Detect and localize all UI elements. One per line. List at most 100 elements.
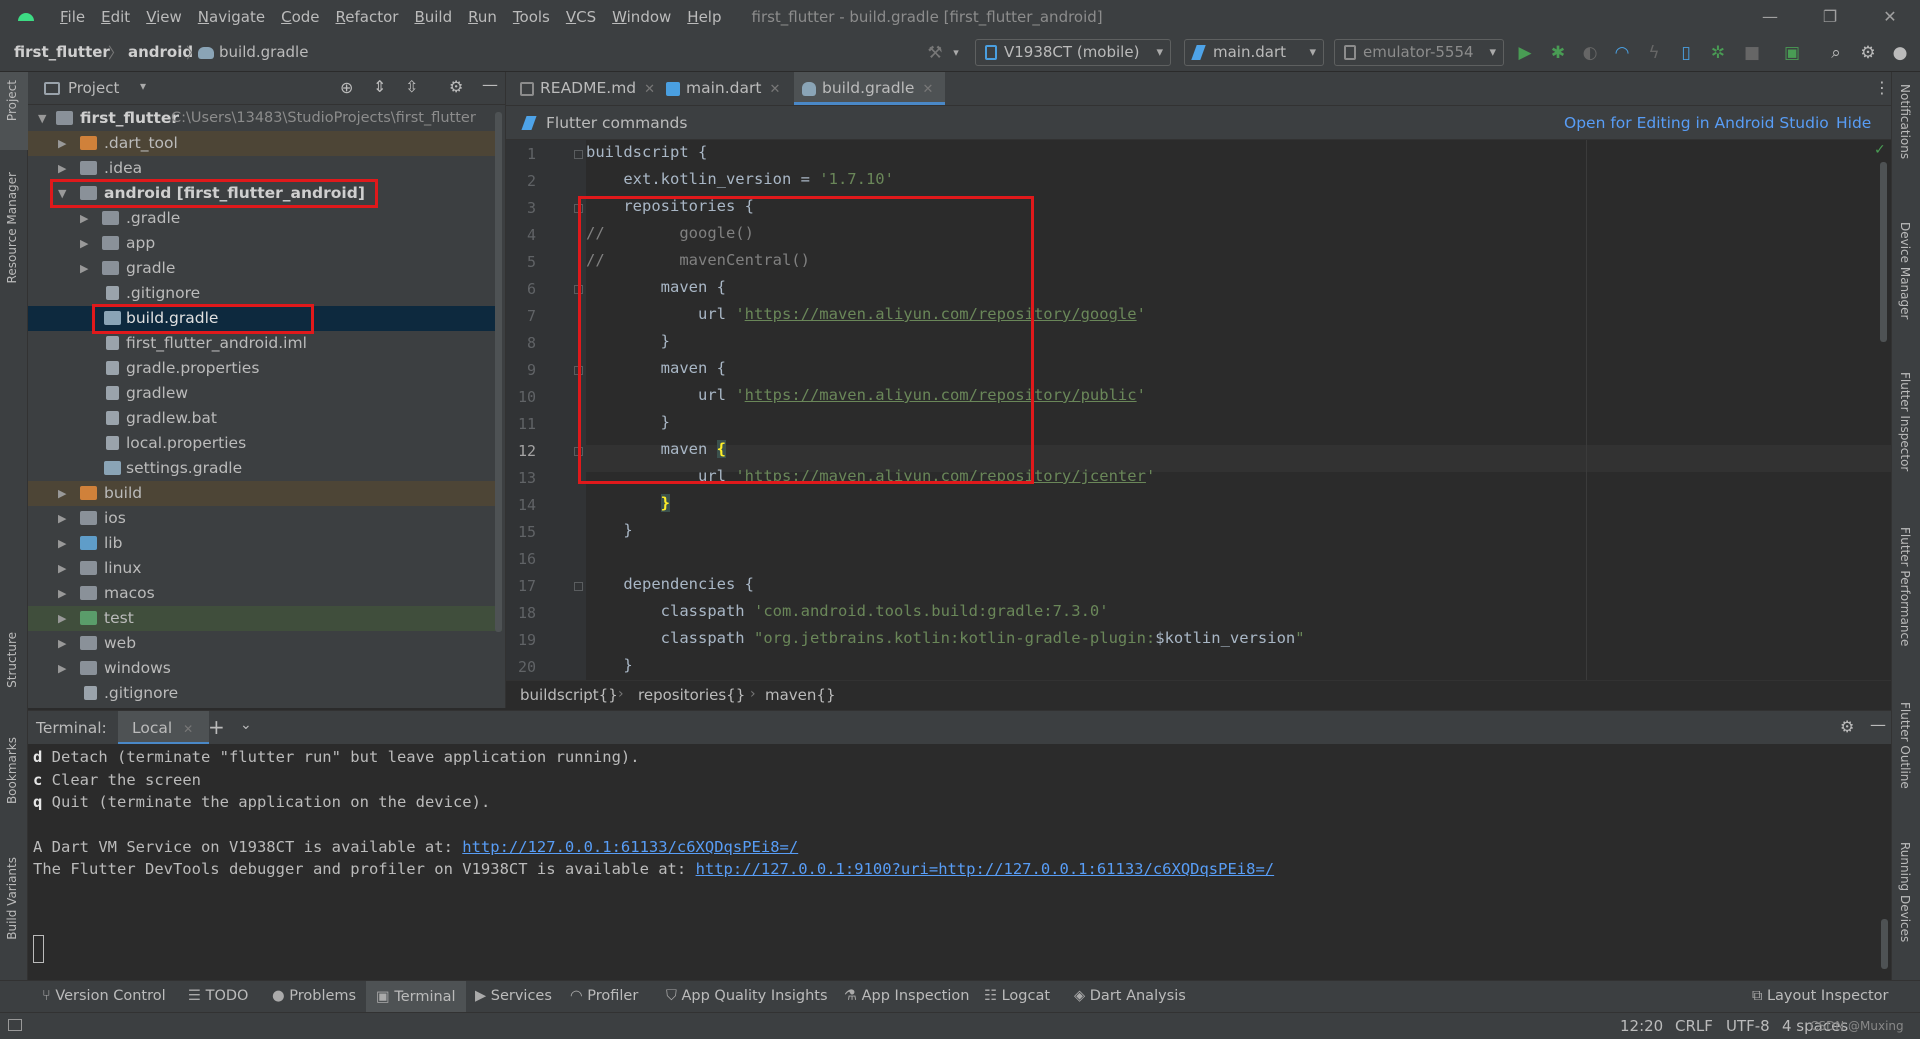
chevron-down-icon[interactable]: ▾ [140,79,146,93]
tool-logcat[interactable]: ☷ Logcat [984,988,1050,1004]
toggle-tool-windows-icon[interactable] [8,1019,22,1031]
menu-build[interactable]: Build [406,8,460,26]
tree-root[interactable]: ▼ first_flutter C:\Users\13483\StudioPro… [28,106,502,131]
chevron-down-icon[interactable]: ▼ [38,106,50,131]
chevron-right-icon[interactable]: ▶ [80,231,92,256]
attach-debugger-icon[interactable]: ✲ [1708,43,1728,63]
tree-item-root-gitignore[interactable]: .gitignore [28,681,502,706]
tree-item-macos[interactable]: ▶ macos [28,581,502,606]
tree-item-settings-gradle[interactable]: settings.gradle [28,456,502,481]
hide-banner-link[interactable]: Hide [1836,114,1871,132]
file-encoding[interactable]: UTF-8 [1726,1017,1770,1035]
device-mirror-icon[interactable]: ▣ [1782,43,1802,63]
tool-tab-flutter-performance[interactable]: Flutter Performance [1898,527,1912,646]
breadcrumb-repositories[interactable]: repositories{} [638,686,745,704]
hide-panel-icon[interactable]: — [482,75,498,94]
tool-tab-build-variants[interactable]: Build Variants [5,857,19,940]
close-tab-icon[interactable]: ✕ [922,82,933,97]
terminal-scrollbar[interactable] [1881,919,1888,969]
tool-dart-analysis[interactable]: ◈ Dart Analysis [1074,988,1186,1004]
chevron-right-icon[interactable]: ▶ [80,256,92,281]
tool-app-quality-insights[interactable]: ⛉ App Quality Insights [666,988,828,1004]
restore-icon[interactable]: ❐ [1800,0,1860,34]
tool-tab-notifications[interactable]: Notifications [1898,84,1912,159]
tool-tab-flutter-outline[interactable]: Flutter Outline [1898,702,1912,789]
stop-icon[interactable]: ■ [1742,43,1762,63]
emulator-selector[interactable]: emulator-5554 [1334,39,1504,66]
chevron-right-icon[interactable]: ▶ [58,131,70,156]
collapse-all-icon[interactable]: ⇳ [405,77,418,96]
tool-tab-flutter-inspector[interactable]: Flutter Inspector [1898,372,1912,471]
tree-item-dart-tool[interactable]: ▶ .dart_tool [28,131,502,156]
tool-tab-resource-manager[interactable]: Resource Manager [5,172,19,283]
project-scrollbar[interactable] [495,112,502,632]
menu-file[interactable]: File [52,8,93,26]
open-in-android-studio-link[interactable]: Open for Editing in Android Studio [1564,114,1829,132]
chevron-down-icon[interactable]: ⌄ [240,717,252,733]
menu-run[interactable]: Run [460,8,505,26]
tree-item-windows[interactable]: ▶ windows [28,656,502,681]
menu-view[interactable]: View [138,8,190,26]
tree-item-idea[interactable]: ▶ .idea [28,156,502,181]
chevron-right-icon[interactable]: ▶ [58,506,70,531]
inspection-ok-icon[interactable]: ✓ [1874,142,1886,158]
menu-navigate[interactable]: Navigate [190,8,273,26]
tree-item-iml[interactable]: first_flutter_android.iml [28,331,502,356]
chevron-right-icon[interactable]: ▶ [58,156,70,181]
tool-tab-structure[interactable]: Structure [5,632,19,688]
gear-icon[interactable]: ⚙ [1840,717,1854,736]
device-selector[interactable]: V1938CT (mobile) [975,39,1171,66]
search-icon[interactable]: ⌕ [1826,43,1846,63]
tab-readme[interactable]: README.md ✕ [512,72,655,105]
tree-item-gradlew[interactable]: gradlew [28,381,502,406]
editor-scrollbar[interactable] [1880,162,1887,342]
tool-tab-bookmarks[interactable]: Bookmarks [5,737,19,804]
menu-help[interactable]: Help [679,8,729,26]
code-editor[interactable]: 1 2 3 4 5 6 7 8 9 10 11 12 13 14 15 16 1… [506,140,1891,680]
gear-icon[interactable]: ⚙ [449,77,463,96]
tree-item-lib[interactable]: ▶ lib [28,531,502,556]
tree-item-web[interactable]: ▶ web [28,631,502,656]
breadcrumb-maven[interactable]: maven{} [765,686,836,704]
chevron-right-icon[interactable]: ▶ [58,531,70,556]
profile-icon[interactable]: ◠ [1612,43,1632,63]
caret-position[interactable]: 12:20 [1620,1017,1663,1035]
minimize-icon[interactable]: — [1740,0,1800,34]
close-tab-icon[interactable]: ✕ [769,82,780,97]
chevron-right-icon[interactable]: ▶ [58,656,70,681]
fold-marker-icon[interactable] [574,150,583,159]
breadcrumb-android[interactable]: android [128,43,193,61]
fold-marker-icon[interactable] [574,582,583,591]
menu-code[interactable]: Code [273,8,327,26]
tree-item-linux[interactable]: ▶ linux [28,556,502,581]
hot-reload-icon[interactable]: ϟ [1644,43,1664,63]
tool-problems[interactable]: ● Problems [272,988,356,1004]
run-config-selector[interactable]: main.dart [1184,39,1324,66]
devtools-link[interactable]: http://127.0.0.1:9100?uri=http://127.0.0… [696,860,1275,878]
tool-terminal[interactable]: ▣ Terminal [366,981,466,1013]
tree-item-test[interactable]: ▶ test [28,606,502,631]
tree-item-gradle-dir[interactable]: ▶ .gradle [28,206,502,231]
run-icon[interactable]: ▶ [1515,43,1535,63]
gear-icon[interactable]: ⚙ [1858,43,1878,63]
tool-tab-running-devices[interactable]: Running Devices [1898,842,1912,942]
tree-item-gradlew-bat[interactable]: gradlew.bat [28,406,502,431]
terminal-tab-local[interactable]: Local ✕ [118,711,210,745]
add-terminal-icon[interactable]: + [208,715,225,739]
account-icon[interactable]: ● [1890,43,1910,63]
hammer-icon[interactable]: ⚒ [925,43,945,63]
chevron-right-icon[interactable]: ▶ [80,206,92,231]
tool-app-inspection[interactable]: ⚗ App Inspection [844,988,969,1004]
tool-todo[interactable]: ☰ TODO [188,988,248,1004]
project-view-selector[interactable]: Project [68,79,119,97]
tree-item-app[interactable]: ▶ app [28,231,502,256]
tree-item-gradle-properties[interactable]: gradle.properties [28,356,502,381]
tree-item-gradle[interactable]: ▶ gradle [28,256,502,281]
hide-panel-icon[interactable]: — [1870,715,1886,734]
tab-main-dart[interactable]: main.dart ✕ [658,72,780,105]
vm-service-link[interactable]: http://127.0.0.1:61133/c6XQDqsPEi8=/ [462,838,798,856]
menu-edit[interactable]: Edit [93,8,138,26]
locate-icon[interactable]: ⊕ [340,78,353,97]
tool-tab-device-manager[interactable]: Device Manager [1898,222,1912,319]
close-tab-icon[interactable]: ✕ [183,722,193,736]
